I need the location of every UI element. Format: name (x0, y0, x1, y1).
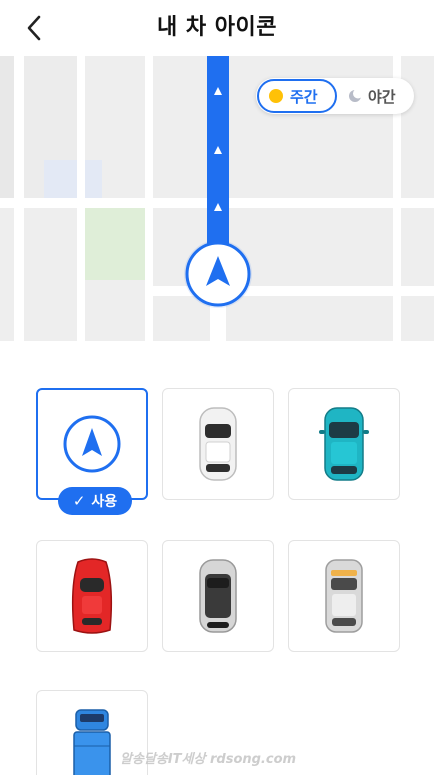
icon-option-silver-car[interactable] (288, 540, 400, 652)
navigation-arrow-icon (63, 415, 121, 473)
route-arrow-icon (214, 146, 222, 154)
blue-truck-icon (73, 709, 111, 775)
current-location-icon (184, 240, 252, 308)
icon-option-black-car[interactable] (162, 540, 274, 652)
check-icon: ✓ (72, 492, 86, 510)
sun-icon (269, 89, 283, 103)
in-use-label: 사용 (91, 494, 118, 510)
day-night-toggle: 주간 야간 (256, 78, 414, 114)
white-car-icon (199, 407, 237, 481)
page-title: 내 차 아이콘 (156, 15, 278, 40)
icon-option-teal-car[interactable] (288, 388, 400, 500)
route-arrow-icon (214, 87, 222, 95)
route-arrow-icon (214, 203, 222, 211)
icon-option-white-car[interactable] (162, 388, 274, 500)
teal-car-icon (319, 407, 369, 481)
day-mode-label: 주간 (290, 87, 318, 106)
silver-car-icon (325, 559, 363, 633)
night-mode-label: 야간 (368, 87, 396, 106)
day-mode-option[interactable]: 주간 (257, 79, 337, 113)
map-block (0, 56, 14, 198)
icon-option-red-car[interactable] (36, 540, 148, 652)
moon-icon (349, 89, 362, 102)
icon-option-navigation-arrow[interactable]: ✓ 사용 (36, 388, 148, 515)
watermark: 알송달송IT세상 rdsong.com (120, 752, 297, 767)
black-car-icon (199, 559, 237, 633)
in-use-badge: ✓ 사용 (58, 487, 132, 515)
red-car-icon (71, 558, 113, 634)
map-water (44, 160, 102, 198)
night-mode-option[interactable]: 야간 (348, 78, 396, 114)
header: 내 차 아이콘 (0, 0, 434, 56)
map-park (85, 208, 145, 280)
